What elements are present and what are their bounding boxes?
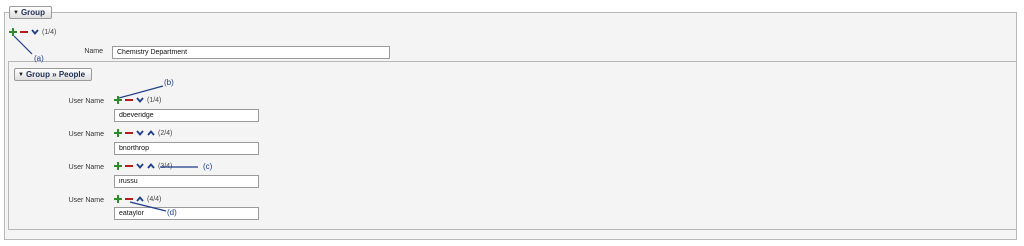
people-legend-label: Group » People [25, 70, 86, 79]
plus-icon[interactable] [114, 129, 122, 139]
chevron-up-icon[interactable] [147, 162, 155, 172]
minus-icon[interactable] [20, 28, 28, 38]
plus-icon[interactable] [114, 195, 122, 205]
user-counter: (3/4) [158, 163, 173, 170]
chevron-up-icon[interactable] [147, 129, 155, 139]
chevron-up-icon[interactable] [136, 195, 144, 205]
name-label: Name [84, 48, 103, 55]
plus-icon[interactable] [114, 162, 122, 172]
minus-icon[interactable] [125, 162, 133, 172]
user-name-field[interactable] [114, 207, 259, 220]
user-name-label: User Name [68, 197, 104, 204]
user-name-field[interactable] [114, 175, 259, 188]
annotation-d: (d) [167, 208, 177, 217]
chevron-down-icon[interactable] [136, 96, 144, 106]
minus-icon[interactable] [125, 129, 133, 139]
user-counter: (2/4) [158, 130, 173, 137]
minus-icon[interactable] [125, 195, 133, 205]
user-row-controls: (3/4) [114, 162, 172, 172]
name-field[interactable] [112, 46, 390, 59]
user-row-controls: (4/4) [114, 195, 161, 205]
chevron-down-icon[interactable] [136, 129, 144, 139]
user-row-controls: (2/4) [114, 129, 172, 139]
triangle-down-icon: ▼ [18, 72, 24, 78]
user-row-controls: (1/4) [114, 96, 161, 106]
plus-icon[interactable] [114, 96, 122, 106]
group-legend[interactable]: ▼ Group [9, 6, 52, 19]
user-name-label: User Name [68, 98, 104, 105]
plus-icon[interactable] [9, 28, 17, 38]
user-name-label: User Name [68, 164, 104, 171]
minus-icon[interactable] [125, 96, 133, 106]
annotation-b: (b) [164, 78, 174, 87]
user-name-field[interactable] [114, 142, 259, 155]
group-controls: (1/4) [9, 28, 56, 38]
user-name-field[interactable] [114, 109, 259, 122]
user-counter: (4/4) [147, 196, 162, 203]
people-legend[interactable]: ▼ Group » People [14, 68, 93, 81]
group-legend-label: Group [20, 8, 45, 17]
user-name-label: User Name [68, 131, 104, 138]
chevron-down-icon[interactable] [31, 28, 39, 38]
triangle-down-icon: ▼ [13, 10, 19, 16]
annotation-a: (a) [34, 54, 44, 63]
user-counter: (1/4) [147, 97, 162, 104]
annotation-c: (c) [203, 162, 213, 171]
chevron-down-icon[interactable] [136, 162, 144, 172]
group-counter: (1/4) [42, 29, 57, 36]
